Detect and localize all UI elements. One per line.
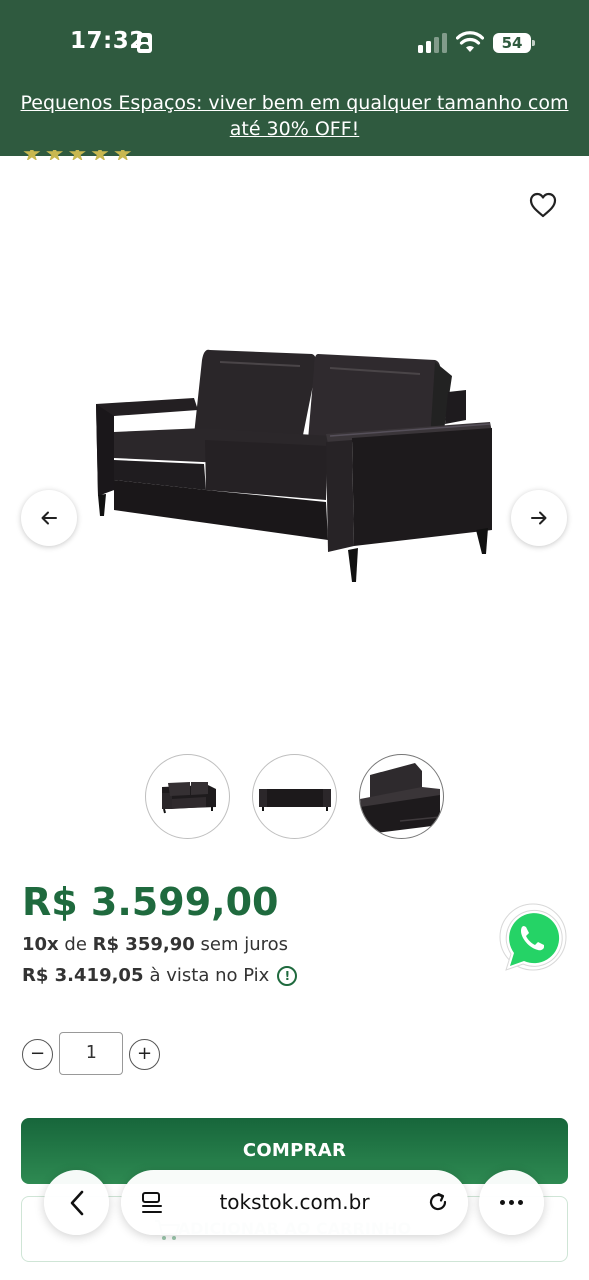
rating-stars: ★★★★★	[22, 150, 136, 160]
arrow-right-icon	[531, 511, 547, 525]
more-dot	[518, 1200, 523, 1205]
thumbnail-image	[162, 782, 216, 814]
chevron-left-icon	[70, 1190, 83, 1215]
pix-price: R$ 3.419,05	[22, 965, 144, 986]
more-dot	[509, 1200, 514, 1205]
status-time: 17:32	[70, 28, 146, 54]
status-bar: 17:32 54	[0, 0, 589, 86]
contact-card-icon	[137, 33, 152, 53]
gallery-next-button[interactable]	[511, 490, 567, 546]
installments-count: 10x	[22, 934, 59, 955]
product-image	[96, 349, 492, 582]
wifi-icon	[456, 31, 484, 52]
browser-back-button[interactable]	[44, 1170, 109, 1235]
thumbnail-image	[360, 763, 441, 835]
cellular-signal-icon	[418, 33, 448, 53]
battery-indicator: 54	[493, 33, 535, 53]
browser-more-button[interactable]	[479, 1170, 544, 1235]
installments-value: R$ 359,90	[92, 934, 195, 955]
quantity-input[interactable]: 1	[59, 1032, 123, 1075]
promo-banner-link[interactable]: Pequenos Espaços: viver bem em qualquer …	[0, 90, 589, 142]
reload-icon[interactable]	[426, 1190, 450, 1214]
arrow-left-icon	[41, 511, 57, 525]
whatsapp-icon[interactable]	[494, 902, 570, 978]
more-dot	[500, 1200, 505, 1205]
pix-suffix: à vista no Pix	[149, 965, 270, 986]
installments-word: de	[64, 934, 87, 955]
quantity-increase-button[interactable]: +	[129, 1039, 160, 1070]
info-icon[interactable]: !	[277, 965, 298, 986]
installments-info: 10x de R$ 359,90 sem juros	[22, 934, 288, 955]
product-price: R$ 3.599,00	[22, 880, 279, 924]
thumbnail-image	[259, 789, 331, 811]
gallery-thumbnail-2[interactable]	[252, 754, 337, 839]
browser-url: tokstok.com.br	[219, 1190, 370, 1214]
heart-icon[interactable]	[527, 189, 559, 221]
gallery-thumbnail-1[interactable]	[145, 754, 230, 839]
top-header: 17:32 54 Pequenos Espaços: viver bem em …	[0, 0, 589, 160]
pix-price-info: R$ 3.419,05 à vista no Pix !	[22, 965, 298, 986]
page-menu-icon[interactable]	[141, 1191, 163, 1215]
gallery-thumbnail-3[interactable]	[359, 754, 444, 839]
browser-address-bar[interactable]: tokstok.com.br	[121, 1170, 468, 1235]
installments-suffix: sem juros	[200, 934, 289, 955]
gallery-prev-button[interactable]	[21, 490, 77, 546]
quantity-decrease-button[interactable]: −	[22, 1039, 53, 1070]
